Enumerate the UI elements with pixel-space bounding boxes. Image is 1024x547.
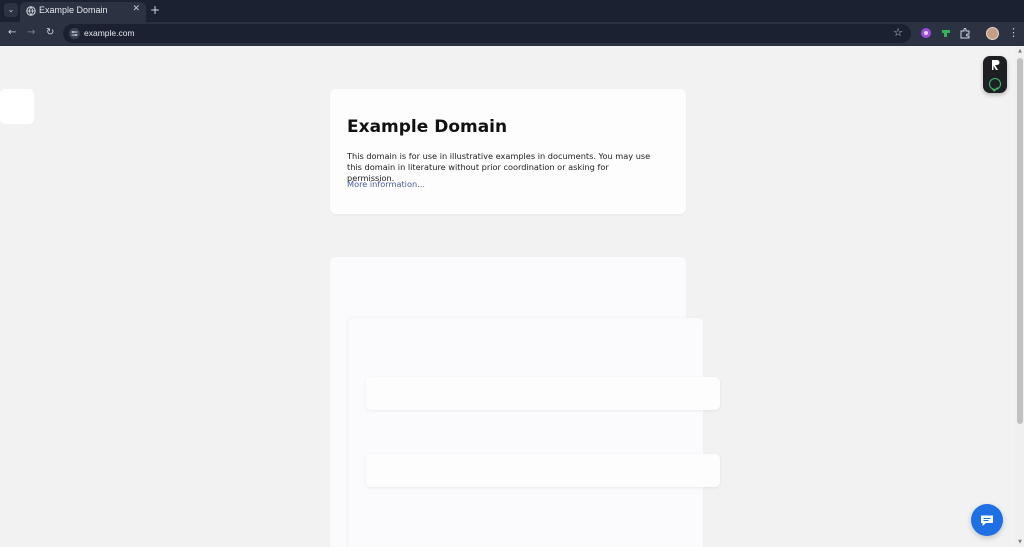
side-placeholder-card xyxy=(0,89,34,124)
site-settings-icon[interactable] xyxy=(69,28,80,39)
chat-icon xyxy=(981,515,993,526)
url-text[interactable]: example.com xyxy=(84,28,135,38)
address-bar[interactable]: example.com ☆ xyxy=(63,24,911,43)
globe-icon xyxy=(26,6,36,16)
vertical-scrollbar[interactable]: ▲ ▼ xyxy=(1015,46,1024,547)
scroll-down-arrow-icon[interactable]: ▼ xyxy=(1018,539,1022,545)
tab-title: Example Domain xyxy=(39,5,108,15)
new-tab-button[interactable]: + xyxy=(150,3,160,17)
close-icon[interactable]: ✕ xyxy=(132,4,140,14)
placeholder-row xyxy=(366,377,720,410)
placeholder-panel xyxy=(348,318,703,547)
profile-avatar[interactable] xyxy=(986,27,999,40)
chat-bubble-button[interactable] xyxy=(971,504,1003,536)
purple-extension-icon[interactable] xyxy=(920,27,932,39)
example-domain-card: Example Domain This domain is for use in… xyxy=(330,89,686,214)
back-arrow-icon[interactable]: ← xyxy=(8,27,16,38)
scroll-up-arrow-icon[interactable]: ▲ xyxy=(1018,48,1022,54)
tab-strip: ⌄ Example Domain ✕ + xyxy=(0,0,1024,22)
green-extension-icon[interactable] xyxy=(940,27,952,39)
more-information-link[interactable]: More information... xyxy=(347,179,425,189)
bookmark-star-icon[interactable]: ☆ xyxy=(893,26,903,39)
puzzle-extensions-icon[interactable] xyxy=(959,27,971,39)
extension-floating-widget[interactable] xyxy=(983,56,1007,93)
scrollbar-thumb[interactable] xyxy=(1017,58,1023,424)
page-viewport: Example Domain This domain is for use in… xyxy=(0,46,1024,547)
tab-search-button[interactable]: ⌄ xyxy=(4,3,18,17)
check-circle-icon xyxy=(989,78,1001,92)
browser-toolbar: ← → ↻ example.com ☆ ⋮ xyxy=(0,22,1024,46)
page-title: Example Domain xyxy=(347,117,508,137)
tab-example-domain[interactable]: Example Domain ✕ xyxy=(20,2,146,22)
forward-arrow-icon[interactable]: → xyxy=(27,27,35,38)
reload-icon[interactable]: ↻ xyxy=(46,27,54,38)
kebab-menu-icon[interactable]: ⋮ xyxy=(1008,26,1019,40)
extension-logo-icon xyxy=(992,60,1000,70)
placeholder-row xyxy=(366,454,720,487)
